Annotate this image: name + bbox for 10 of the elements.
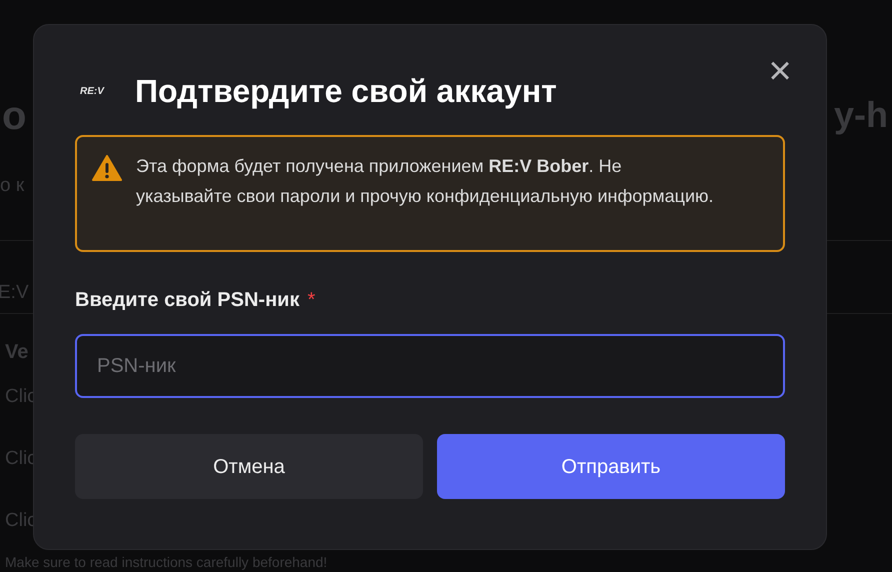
- warning-text: Эта форма будет получена приложением RE:V Bober. Не указывайте свои пароли и прочую конфиденциальную информацию.: [136, 155, 715, 208]
- warning-icon: [92, 155, 122, 181]
- logo: RE:V: [79, 84, 106, 98]
- dialog-title: Подтвердите свой аккаунт: [135, 72, 557, 111]
- required-mark: *: [307, 288, 316, 313]
- submit-button[interactable]: Отправить: [437, 434, 785, 499]
- field-label: Введите свой PSN-ник: [75, 288, 300, 313]
- cancel-button[interactable]: Отмена: [75, 434, 423, 499]
- close-button[interactable]: ×: [764, 55, 796, 87]
- input-field[interactable]: PSN-ник: [75, 334, 785, 398]
